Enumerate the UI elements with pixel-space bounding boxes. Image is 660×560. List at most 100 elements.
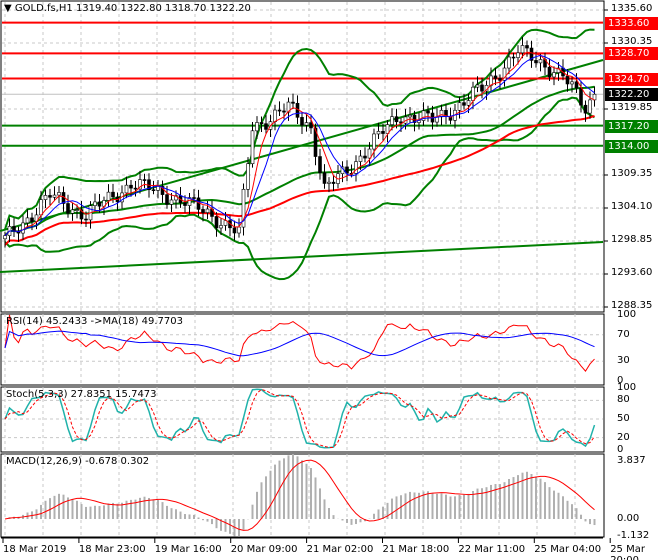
candle-body (462, 102, 466, 106)
candle-body (196, 197, 201, 210)
candle-body (232, 227, 237, 234)
candle-body (318, 156, 322, 173)
candle-body (525, 45, 529, 49)
candle-body (165, 194, 169, 205)
candle-body (457, 102, 462, 111)
indicator-scale-label: 0 (617, 444, 624, 455)
candle-body (331, 181, 336, 184)
candle-body (408, 114, 412, 118)
candle-body (255, 122, 259, 132)
candle-body (588, 99, 592, 114)
time-label: 21 Mar 18:00 (382, 544, 450, 555)
candle-body (192, 197, 196, 199)
candle-body (381, 131, 385, 134)
candle-body (156, 186, 160, 191)
trend-line (0, 241, 604, 273)
time-label: 20 Mar 09:00 (230, 544, 298, 555)
indicator-scale-label: 30 (617, 355, 630, 367)
candle-body (516, 52, 520, 58)
time-label: 21 Mar 02:00 (306, 544, 374, 555)
candle-body (52, 194, 57, 198)
candle-body (282, 110, 286, 113)
chart-canvas[interactable] (0, 0, 660, 560)
candle-body (25, 217, 30, 224)
chart-window[interactable]: ▼ GOLD.fs,H1 1319.40 1322.80 1318.70 132… (0, 0, 660, 560)
candle-body (547, 66, 552, 78)
rsi-title: RSI(14) 45.2433 ->MA(18) 49.7703 (6, 316, 183, 327)
level-tag: 1317.20 (605, 119, 658, 133)
candle-body (471, 86, 475, 101)
candle-body (169, 199, 174, 205)
indicator-scale-label: 100 (617, 309, 637, 320)
candle-body (493, 75, 498, 79)
time-label: 25 Mar 20:00 (610, 544, 645, 560)
candle-body (372, 133, 376, 150)
candle-body (538, 59, 543, 64)
candle-body (322, 172, 327, 184)
candle-body (75, 209, 79, 211)
candle-body (93, 201, 97, 206)
candle-body (48, 195, 52, 198)
level-tag: 1328.70 (605, 47, 658, 61)
candle-body (583, 104, 588, 114)
candle-body (129, 184, 133, 189)
indicator-scale-label: 70 (617, 328, 630, 340)
candle-body (106, 191, 111, 201)
candle-body (183, 202, 187, 206)
candle-body (111, 191, 115, 198)
candle-body (21, 222, 25, 234)
candle-body (552, 72, 556, 78)
candle-body (291, 101, 295, 104)
macd-title: MACD(12,26,9) -0.678 0.302 (6, 456, 150, 467)
candle-body (363, 155, 367, 159)
price-label: 1304.10 (611, 201, 653, 212)
candle-body (57, 192, 61, 196)
candle-body (489, 75, 493, 86)
candle-body (201, 209, 205, 213)
candle-body (3, 235, 7, 240)
candle-body (84, 218, 88, 221)
indicator-scale-label: 20 (617, 431, 630, 443)
time-label: 18 Mar 2019 (3, 544, 67, 555)
indicator-scale-label: -1.132 (617, 530, 650, 542)
candle-body (327, 181, 331, 184)
price-label: 1293.60 (611, 267, 653, 278)
collapse-icon[interactable]: ▼ (4, 3, 15, 14)
candle-body (70, 209, 75, 214)
candle-body (466, 100, 471, 106)
candle-body (565, 75, 570, 85)
price-label: 1335.60 (611, 3, 653, 14)
price-label: 1309.35 (611, 168, 653, 179)
candle-body (259, 122, 264, 124)
ohlc-values: 1319.40 1322.80 1318.70 1322.20 (75, 3, 251, 14)
candle-body (133, 187, 138, 190)
indicator-scale-label: 50 (617, 413, 630, 424)
candle-body (124, 184, 129, 194)
candle-body (439, 110, 444, 118)
candle-body (43, 195, 48, 200)
candle-body (300, 117, 304, 126)
macd-signal-line (4, 459, 595, 531)
candle-body (520, 45, 525, 54)
stoch-title: Stoch(5,3,3) 27.8351 15.7473 (6, 389, 157, 400)
candle-body (277, 109, 282, 112)
time-label: 25 Mar 04:00 (534, 544, 602, 555)
indicator-scale-label: 80 (617, 394, 630, 406)
candle-body (579, 87, 583, 106)
candle-body (534, 60, 538, 64)
bollinger-upper (4, 28, 595, 230)
candle-body (376, 131, 381, 135)
candle-body (66, 203, 70, 214)
candle-body (511, 56, 516, 59)
candle-body (97, 201, 102, 207)
time-label: 19 Mar 16:00 (154, 544, 222, 555)
candle-body (237, 226, 241, 234)
candle-body (507, 56, 511, 69)
candle-body (426, 110, 430, 114)
candle-body (574, 81, 579, 89)
price-label: 1298.85 (611, 234, 653, 245)
candle-body (354, 161, 358, 174)
candle-body (142, 179, 147, 181)
price-label: 1330.35 (611, 36, 653, 47)
candle-body (304, 122, 309, 126)
